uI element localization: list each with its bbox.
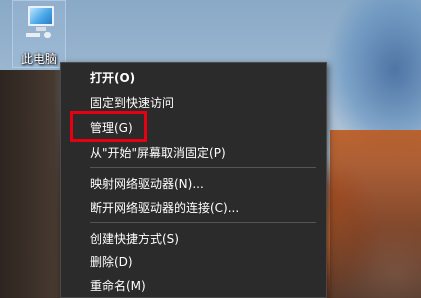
- menu-item-open[interactable]: 打开(O): [90, 66, 135, 90]
- menu-item-disconnect-network-drive[interactable]: 断开网络驱动器的连接(C)...: [90, 196, 239, 220]
- menu-separator: [90, 167, 316, 168]
- mouse-shape: [44, 32, 51, 38]
- menu-item-create-shortcut[interactable]: 创建快捷方式(S): [90, 227, 179, 251]
- this-pc-desktop-icon[interactable]: 此电脑: [12, 0, 66, 68]
- menu-item-unpin-start[interactable]: 从"开始"屏幕取消固定(P): [90, 141, 226, 165]
- menu-item-delete[interactable]: 删除(D): [90, 250, 133, 274]
- computer-icon: [28, 6, 54, 26]
- menu-item-map-network-drive[interactable]: 映射网络驱动器(N)...: [90, 172, 204, 196]
- manage-highlight-box: [70, 111, 147, 142]
- this-pc-label: 此电脑: [20, 52, 57, 66]
- context-menu: 打开(O) 固定到快速访问 管理(G) 从"开始"屏幕取消固定(P) 映射网络驱…: [60, 62, 327, 298]
- keyboard-shape: [26, 33, 40, 37]
- wallpaper-cliff-right: [330, 130, 421, 298]
- menu-item-rename[interactable]: 重命名(M): [90, 274, 146, 298]
- monitor-stand: [36, 27, 46, 31]
- menu-separator: [90, 222, 316, 223]
